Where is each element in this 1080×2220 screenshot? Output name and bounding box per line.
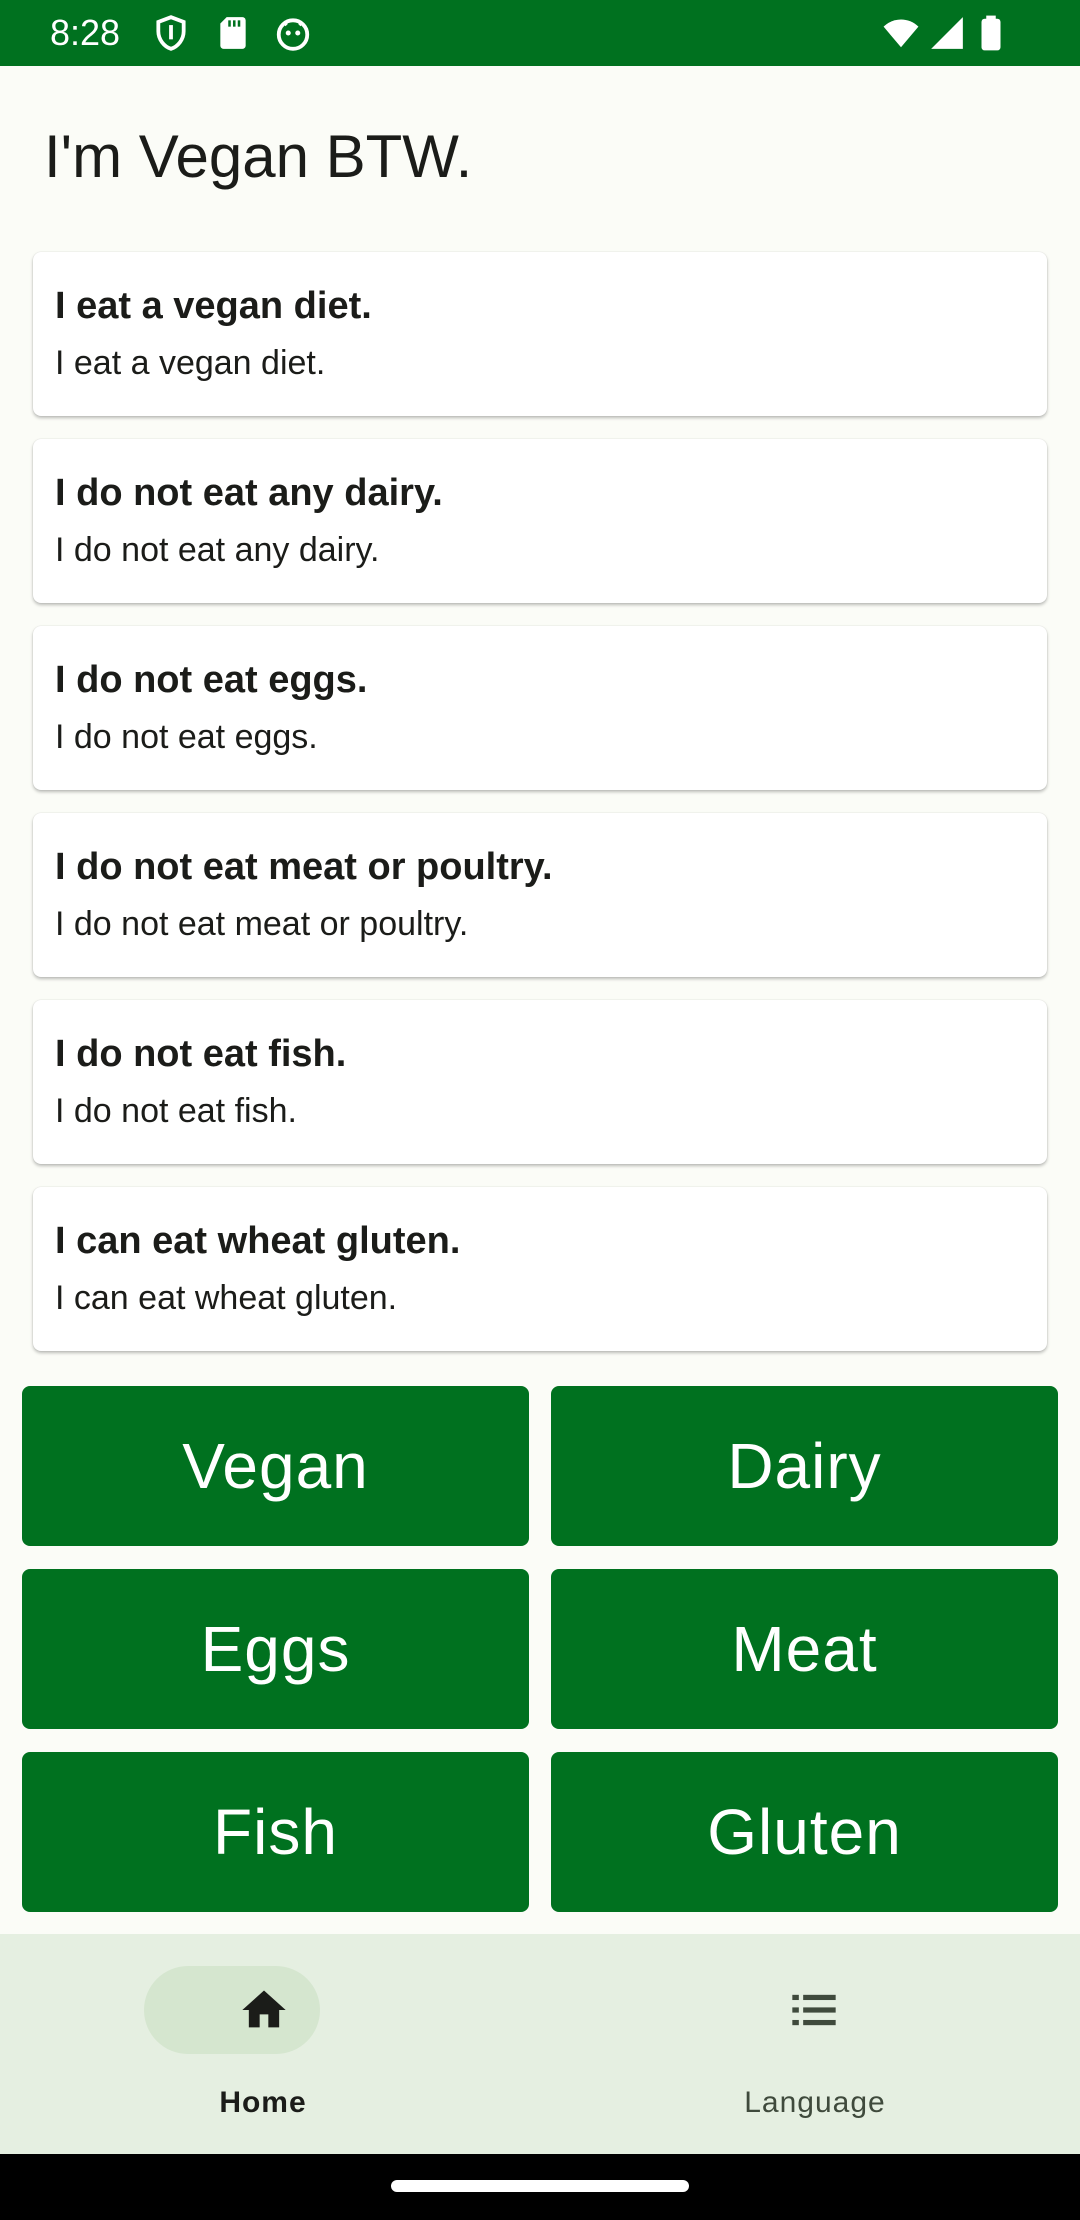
phrase-card-eggs[interactable]: I do not eat eggs. I do not eat eggs. — [33, 626, 1047, 790]
fish-button[interactable]: Fish — [22, 1752, 529, 1912]
list-icon — [786, 1984, 842, 2036]
battery-icon — [976, 14, 1006, 52]
phrase-card-vegan[interactable]: I eat a vegan diet. I eat a vegan diet. — [33, 252, 1047, 416]
signal-icon — [928, 14, 966, 52]
card-title: I eat a vegan diet. — [55, 285, 372, 327]
card-subtitle: I eat a vegan diet. — [55, 344, 326, 382]
nav-label-home: Home — [219, 2086, 307, 2119]
card-subtitle: I can eat wheat gluten. — [55, 1279, 398, 1317]
card-subtitle: I do not eat meat or poultry. — [55, 905, 469, 943]
phrase-list: I eat a vegan diet. I eat a vegan diet. … — [33, 252, 1047, 1374]
phrase-card-dairy[interactable]: I do not eat any dairy. I do not eat any… — [33, 439, 1047, 603]
phrase-card-gluten[interactable]: I can eat wheat gluten. I can eat wheat … — [33, 1187, 1047, 1351]
dairy-button[interactable]: Dairy — [551, 1386, 1058, 1546]
nav-label-language: Language — [744, 2086, 886, 2119]
wifi-icon — [880, 14, 922, 52]
card-subtitle: I do not eat fish. — [55, 1092, 297, 1130]
home-icon — [236, 1984, 292, 2036]
card-title: I do not eat fish. — [55, 1033, 347, 1075]
gluten-button[interactable]: Gluten — [551, 1752, 1058, 1912]
meat-button[interactable]: Meat — [551, 1569, 1058, 1729]
phrase-card-meat[interactable]: I do not eat meat or poultry. I do not e… — [33, 813, 1047, 977]
card-subtitle: I do not eat eggs. — [55, 718, 318, 756]
status-bar: 8:28 — [0, 0, 1080, 66]
eggs-button[interactable]: Eggs — [22, 1569, 529, 1729]
phrase-card-fish[interactable]: I do not eat fish. I do not eat fish. — [33, 1000, 1047, 1164]
status-time: 8:28 — [50, 12, 121, 53]
android-debug-icon — [274, 14, 312, 52]
card-title: I do not eat meat or poultry. — [55, 846, 553, 888]
nav-item-language[interactable]: Language — [540, 1934, 1080, 2154]
home-gesture-handle[interactable] — [391, 2180, 689, 2192]
page-title: I'm Vegan BTW. — [44, 123, 473, 190]
card-title: I can eat wheat gluten. — [55, 1220, 461, 1262]
card-title: I do not eat any dairy. — [55, 472, 443, 514]
category-buttons: Vegan Dairy Eggs Meat Fish Gluten — [22, 1386, 1058, 1912]
nav-item-home[interactable]: Home — [0, 1934, 540, 2154]
sd-card-icon — [214, 14, 252, 52]
card-subtitle: I do not eat any dairy. — [55, 531, 380, 569]
vegan-button[interactable]: Vegan — [22, 1386, 529, 1546]
shield-icon — [152, 14, 190, 52]
system-gesture-bar — [0, 2154, 1080, 2220]
bottom-navigation: Home Language — [0, 1934, 1080, 2154]
card-title: I do not eat eggs. — [55, 659, 368, 701]
nav-active-indicator — [144, 1966, 320, 2054]
